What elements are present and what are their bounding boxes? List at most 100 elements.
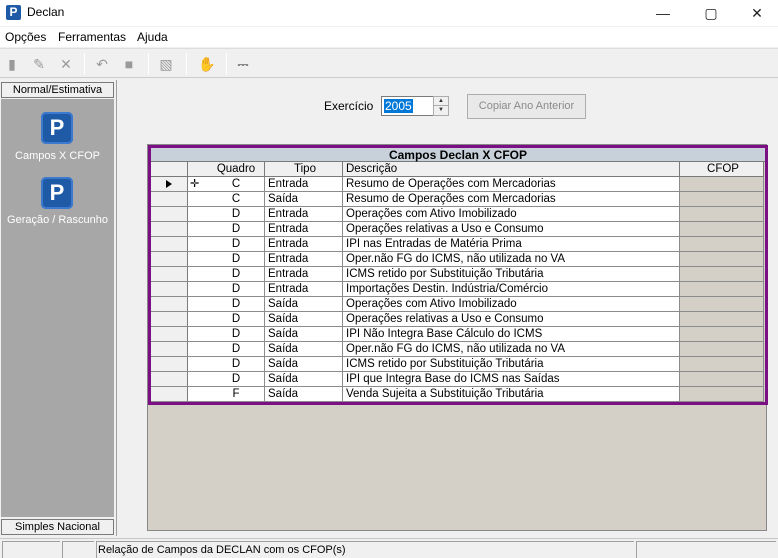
cell-descricao[interactable]: Oper.não FG do ICMS, não utilizada no VA <box>343 342 680 357</box>
header-descricao[interactable]: Descrição <box>343 162 680 177</box>
cell-descricao[interactable]: Operações relativas a Uso e Consumo <box>343 222 680 237</box>
menu-ferramentas[interactable]: Ferramentas <box>58 30 126 44</box>
close-button[interactable]: ✕ <box>734 0 778 26</box>
edit-document-icon[interactable]: ✎ <box>29 54 49 74</box>
cell-descricao[interactable]: Operações relativas a Uso e Consumo <box>343 312 680 327</box>
campos-cfop-label[interactable]: Campos X CFOP <box>1 150 114 162</box>
row-indicator[interactable] <box>151 387 188 402</box>
cell-tipo[interactable]: Entrada <box>265 207 343 222</box>
cell-descricao[interactable]: IPI nas Entradas de Matéria Prima <box>343 237 680 252</box>
cell-cfop[interactable] <box>680 267 764 282</box>
cell-descricao[interactable]: Operações com Ativo Imobilizado <box>343 207 680 222</box>
cell-tipo[interactable]: Saída <box>265 312 343 327</box>
row-indicator[interactable] <box>151 177 188 192</box>
cell-quadro[interactable]: D <box>188 237 265 252</box>
cell-descricao[interactable]: Operações com Ativo Imobilizado <box>343 297 680 312</box>
cell-cfop[interactable] <box>680 252 764 267</box>
cell-quadro[interactable]: D <box>188 372 265 387</box>
cell-tipo[interactable]: Entrada <box>265 282 343 297</box>
header-quadro[interactable]: Quadro <box>188 162 265 177</box>
row-indicator[interactable] <box>151 267 188 282</box>
table-row[interactable]: F Saída Venda Sujeita a Substituição Tribu… <box>151 387 764 402</box>
row-indicator[interactable] <box>151 207 188 222</box>
cell-tipo[interactable]: Entrada <box>265 252 343 267</box>
cell-descricao[interactable]: Oper.não FG do ICMS, não utilizada no VA <box>343 252 680 267</box>
cell-cfop[interactable] <box>680 177 764 192</box>
cell-tipo[interactable]: Saída <box>265 327 343 342</box>
row-indicator[interactable] <box>151 192 188 207</box>
cell-tipo[interactable]: Saída <box>265 372 343 387</box>
row-indicator[interactable] <box>151 342 188 357</box>
cell-descricao[interactable]: ICMS retido por Substituição Tributária <box>343 267 680 282</box>
row-indicator[interactable] <box>151 222 188 237</box>
copiar-ano-anterior-button[interactable]: Copiar Ano Anterior <box>467 94 586 119</box>
cell-quadro[interactable]: D <box>188 327 265 342</box>
table-row[interactable]: C Saída Resumo de Operações com Mercadoria… <box>151 192 764 207</box>
header-cfop[interactable]: CFOP <box>680 162 764 177</box>
table-row[interactable]: D Saída Oper.não FG do ICMS, não utilizada… <box>151 342 764 357</box>
cell-tipo[interactable]: Entrada <box>265 177 343 192</box>
cell-descricao[interactable]: ICMS retido por Substituição Tributária <box>343 357 680 372</box>
cell-cfop[interactable] <box>680 297 764 312</box>
spin-up-icon[interactable]: ▲ <box>434 97 448 106</box>
row-indicator[interactable] <box>151 327 188 342</box>
panel-header-normal-estimativa[interactable]: Normal/Estimativa <box>1 82 114 98</box>
row-indicator[interactable] <box>151 282 188 297</box>
exit-door-icon[interactable]: ⎓ <box>233 54 253 74</box>
cell-cfop[interactable] <box>680 372 764 387</box>
table-row[interactable]: D Entrada IPI nas Entradas de Matéria Prim… <box>151 237 764 252</box>
cell-quadro[interactable]: D <box>188 222 265 237</box>
cell-cfop[interactable] <box>680 342 764 357</box>
cell-tipo[interactable]: Saída <box>265 192 343 207</box>
menu-opcoes[interactable]: Opções <box>5 30 46 44</box>
cell-descricao[interactable]: Importações Destin. Indústria/Comércio <box>343 282 680 297</box>
cell-quadro[interactable]: F <box>188 387 265 402</box>
cell-descricao[interactable]: Resumo de Operações com Mercadorias <box>343 177 680 192</box>
maximize-button[interactable]: ▢ <box>688 0 734 26</box>
stop-icon[interactable]: ■ <box>119 54 139 74</box>
spin-down-icon[interactable]: ▼ <box>434 106 448 115</box>
cell-quadro[interactable]: D <box>188 282 265 297</box>
handshake-icon[interactable]: ✋ <box>197 54 217 74</box>
cell-quadro[interactable]: D <box>188 252 265 267</box>
table-row[interactable]: D Entrada ICMS retido por Substituição Tri… <box>151 267 764 282</box>
row-indicator[interactable] <box>151 372 188 387</box>
cell-tipo[interactable]: Entrada <box>265 237 343 252</box>
cell-descricao[interactable]: Resumo de Operações com Mercadorias <box>343 192 680 207</box>
row-indicator[interactable] <box>151 357 188 372</box>
cell-quadro[interactable]: D <box>188 207 265 222</box>
table-row[interactable]: D Entrada Importações Destin. Indústria/Co… <box>151 282 764 297</box>
cell-descricao[interactable]: Venda Sujeita a Substituição Tributária <box>343 387 680 402</box>
cell-cfop[interactable] <box>680 387 764 402</box>
row-indicator[interactable] <box>151 252 188 267</box>
cell-quadro[interactable]: D <box>188 267 265 282</box>
cell-cfop[interactable] <box>680 237 764 252</box>
table-row[interactable]: D Saída Operações com Ativo Imobilizado <box>151 297 764 312</box>
cell-tipo[interactable]: Saída <box>265 297 343 312</box>
delete-icon[interactable]: ✕ <box>56 54 76 74</box>
table-row[interactable]: D Saída IPI Não Integra Base Cálculo do IC… <box>151 327 764 342</box>
table-row[interactable]: D Saída ICMS retido por Substituição Tribu… <box>151 357 764 372</box>
table-row[interactable]: D Entrada Operações com Ativo Imobilizado <box>151 207 764 222</box>
cell-quadro[interactable]: D <box>188 312 265 327</box>
cell-quadro[interactable]: ✛ C <box>188 177 265 192</box>
minimize-button[interactable]: — <box>640 0 686 26</box>
table-row[interactable]: D Saída IPI que Integra Base do ICMS nas S… <box>151 372 764 387</box>
table-row[interactable]: D Entrada Oper.não FG do ICMS, não utiliza… <box>151 252 764 267</box>
cell-cfop[interactable] <box>680 192 764 207</box>
cell-quadro[interactable]: D <box>188 297 265 312</box>
row-indicator[interactable] <box>151 312 188 327</box>
cell-descricao[interactable]: IPI que Integra Base do ICMS nas Saídas <box>343 372 680 387</box>
cell-tipo[interactable]: Entrada <box>265 267 343 282</box>
header-tipo[interactable]: Tipo <box>265 162 343 177</box>
cell-descricao[interactable]: IPI Não Integra Base Cálculo do ICMS <box>343 327 680 342</box>
row-indicator[interactable] <box>151 297 188 312</box>
table-row[interactable]: D Entrada Operações relativas a Uso e Cons… <box>151 222 764 237</box>
cell-tipo[interactable]: Saída <box>265 387 343 402</box>
menu-ajuda[interactable]: Ajuda <box>137 30 168 44</box>
new-document-icon[interactable]: ▮ <box>2 54 22 74</box>
cell-cfop[interactable] <box>680 312 764 327</box>
cell-cfop[interactable] <box>680 327 764 342</box>
geracao-rascunho-label[interactable]: Geração / Rascunho <box>1 214 114 226</box>
cell-cfop[interactable] <box>680 222 764 237</box>
